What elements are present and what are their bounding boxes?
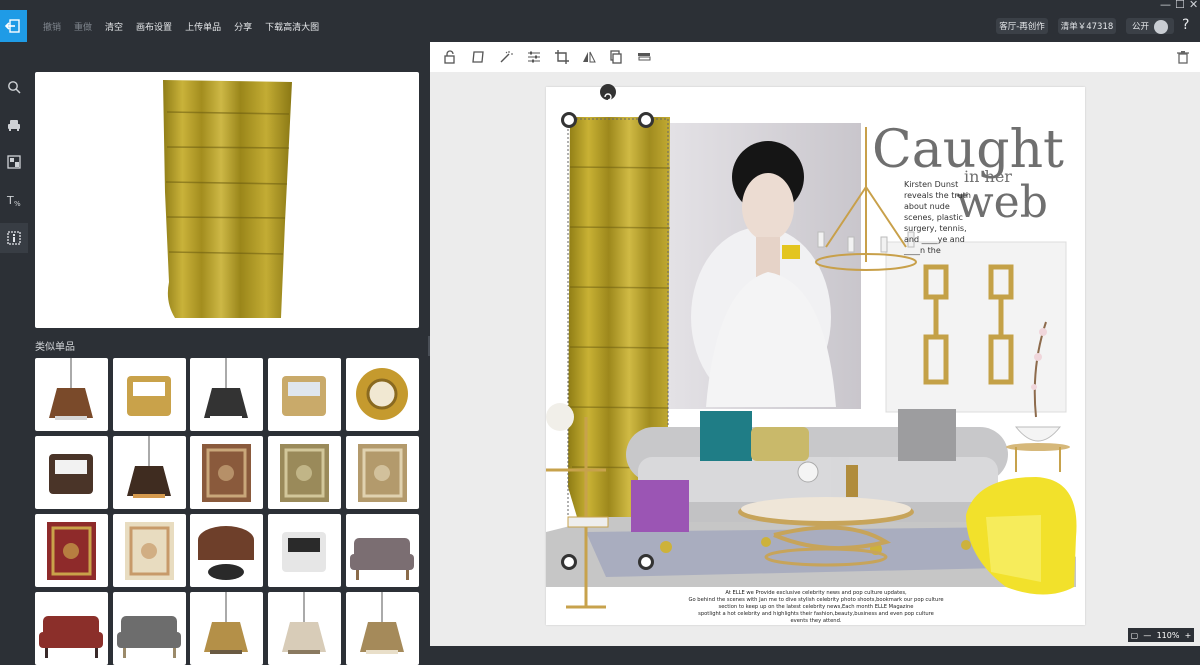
thumbnail-linear-pendant-light[interactable] [190, 358, 263, 431]
crop-icon[interactable] [555, 50, 569, 64]
selected-item-preview [35, 72, 419, 328]
svg-text:T: T [6, 194, 14, 207]
magic-wand-icon[interactable] [499, 50, 513, 64]
info-icon [7, 231, 21, 245]
title-bar [0, 0, 1200, 10]
article-body-line: about nude [904, 202, 950, 211]
zoom-in-button[interactable]: + [1185, 631, 1192, 640]
thumbnail-drum-stools[interactable] [268, 514, 341, 587]
curtain-image [163, 80, 292, 318]
canvas-settings-button[interactable]: 画布设置 [136, 20, 172, 33]
lock-icon[interactable] [443, 50, 457, 64]
similar-items-title: 类似单品 [35, 342, 75, 353]
layer-copy-icon[interactable] [609, 50, 623, 64]
thumbnail-red-armchair[interactable] [35, 592, 108, 665]
article-body-line: scenes, plastic [904, 213, 963, 222]
thumbnail-lantern-post-light[interactable] [113, 436, 186, 509]
zoom-out-button[interactable]: — [1143, 631, 1151, 640]
trash-icon[interactable] [1176, 50, 1190, 64]
article-body-line: and ____ye and [904, 235, 965, 244]
moodboard[interactable]: Caught in her web Kirsten Dunst reveals t… [546, 87, 1085, 625]
crop-frame-icon[interactable] [471, 50, 485, 64]
public-toggle-knob[interactable] [1154, 20, 1168, 34]
article-body-line: surgery, tennis, [904, 224, 967, 233]
thumbnail-grey-sofa[interactable] [113, 592, 186, 665]
resize-handle-top-left[interactable] [561, 112, 577, 128]
caption-line: spotlight a hot celebrity and highlights… [698, 611, 934, 617]
redo-button[interactable]: 重做 [74, 20, 92, 33]
caption-line: Go behind the scenes with Jan me to dive… [688, 597, 943, 603]
text-icon: T % [6, 194, 21, 207]
thumbnail-leather-ottoman[interactable] [190, 514, 263, 587]
article-body-line: ____n the [903, 246, 941, 255]
article-body-text: Kirsten Dunst reveals the truth about nude… [903, 180, 971, 255]
rotate-icon [604, 93, 612, 101]
help-button[interactable]: ? [1182, 17, 1189, 33]
scene-name-button[interactable]: 客厅-再创作 [996, 18, 1048, 34]
gallery-icon [7, 155, 21, 169]
resize-handle-top-right[interactable] [638, 112, 654, 128]
thumbnail-display-side-table[interactable] [35, 436, 108, 509]
thumbnail-patchwork-rug[interactable] [35, 514, 108, 587]
fit-screen-icon[interactable]: ▢ [1131, 631, 1139, 640]
price-list-button[interactable]: 清单￥47318 [1058, 18, 1116, 34]
exit-icon [5, 19, 20, 33]
thumbnail-ivory-medallion-rug[interactable] [113, 514, 186, 587]
zoom-control: ▢ — 110% + [1128, 628, 1194, 642]
layer-stack-icon[interactable] [637, 50, 651, 64]
clear-button[interactable]: 清空 [105, 20, 123, 33]
share-button[interactable]: 分享 [234, 20, 252, 33]
text-nav[interactable]: T % [0, 185, 28, 215]
resize-handle-bottom-right[interactable] [638, 554, 654, 570]
thumbnail-olive-rug[interactable] [268, 436, 341, 509]
headline-web: web [956, 177, 1048, 228]
caption-line: At ELLE we Provide exclusive celebrity n… [725, 590, 907, 596]
thumbnail-geometric-pendant[interactable] [346, 592, 419, 665]
thumbnail-beige-rug[interactable] [346, 436, 419, 509]
flip-icon[interactable] [582, 50, 596, 64]
search-icon [8, 81, 21, 94]
thumbnail-plane-chandelier[interactable] [35, 358, 108, 431]
moodboard-scene: Caught in her web Kirsten Dunstreveals t… [546, 117, 1077, 624]
undo-button[interactable]: 撤销 [43, 20, 61, 33]
exit-button[interactable] [0, 10, 27, 42]
thumbnail-rectangular-chandelier[interactable] [190, 592, 263, 665]
thumbnail-gold-leaf-wall-decor[interactable] [113, 358, 186, 431]
upload-item-button[interactable]: 上传单品 [185, 20, 221, 33]
public-label: 公开 [1132, 22, 1150, 32]
caption-line: events they attend. [790, 618, 841, 624]
article-body-line: reveals the truth [904, 191, 971, 200]
adjust-icon[interactable] [527, 50, 541, 64]
armchair-icon [8, 120, 20, 131]
canvas-toolbar [430, 42, 1200, 73]
info-nav[interactable] [0, 223, 28, 253]
caption-line: section to keep up on the latest celebri… [719, 604, 914, 610]
thumbnail-sunburst-mirror[interactable] [346, 358, 419, 431]
resize-handle-bottom-left[interactable] [561, 554, 577, 570]
article-body-line: Kirsten Dunst [904, 180, 958, 189]
furniture-nav[interactable] [0, 110, 28, 140]
svg-text:%: % [14, 200, 21, 207]
thumbnail-brown-rug[interactable] [190, 436, 263, 509]
thumbnail-drum-pendant[interactable] [268, 592, 341, 665]
zoom-level: 110% [1156, 630, 1180, 640]
thumbnail-lounge-chair[interactable] [346, 514, 419, 587]
gallery-nav[interactable] [0, 147, 28, 177]
rotate-handle[interactable] [600, 84, 616, 101]
caption-text: At ELLE we Provide exclusive celebrity n… [688, 590, 943, 624]
search-nav[interactable] [0, 72, 28, 102]
download-hd-button[interactable]: 下载高清大图 [265, 20, 319, 33]
thumbnail-crystal-bowl-side-tables[interactable] [268, 358, 341, 431]
